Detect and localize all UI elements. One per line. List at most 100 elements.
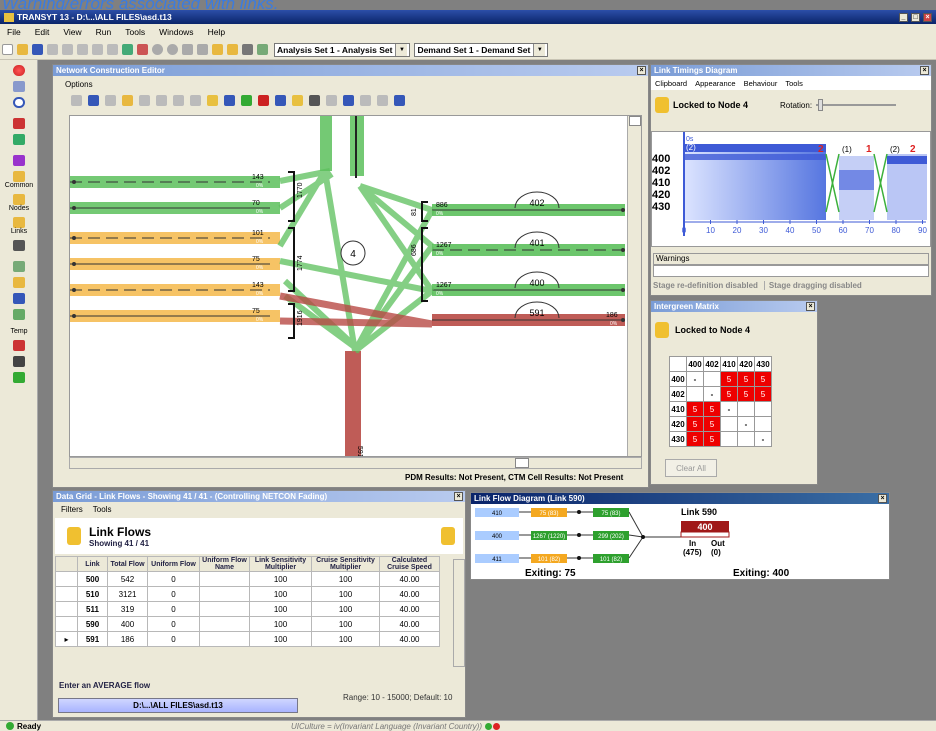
table-cell[interactable]: 0 [147,631,200,647]
col-header[interactable]: Link Sensitivity Multiplier [249,556,312,572]
igm-cell[interactable] [703,371,721,387]
highlight-tool-icon[interactable] [292,94,303,106]
table-cell[interactable]: 500 [77,571,108,587]
igm-cell[interactable]: 5 [686,401,704,417]
table-cell[interactable]: 40.00 [379,616,440,632]
table-row[interactable]: 510 3121 0 100 100 40.00 [55,586,440,602]
h-scrollbar-thumb[interactable] [515,458,529,468]
ltd-menu-clipboard[interactable]: Clipboard [655,79,687,88]
menu-windows[interactable]: Windows [159,27,193,37]
lock-icon[interactable] [655,97,669,113]
igm-cell[interactable]: 5 [703,431,721,447]
igm-cell[interactable] [737,431,755,447]
dg-vertical-scrollbar[interactable] [453,559,465,667]
options-menu[interactable]: Options [65,80,93,89]
new-file-icon[interactable] [2,44,13,55]
canvas-vertical-scrollbar[interactable] [627,116,641,456]
save-icon[interactable] [32,44,43,55]
graph-icon[interactable] [13,261,25,272]
igm-cell[interactable]: - [754,431,772,447]
igm-cell[interactable]: 5 [737,371,755,387]
dg-menu-tools[interactable]: Tools [93,505,112,514]
table-cell[interactable]: 511 [77,601,108,617]
zoom-fit-icon[interactable] [173,94,184,106]
igm-cell[interactable] [754,416,772,432]
undo-icon[interactable] [92,44,103,55]
down-icon[interactable] [197,44,208,55]
ltd-menu-tools[interactable]: Tools [785,79,803,88]
table-cell[interactable]: 40.00 [379,571,440,587]
wand-icon[interactable] [377,94,388,106]
ltd-menu-appearance[interactable]: Appearance [695,79,735,88]
table-cell[interactable]: 590 [77,616,108,632]
igm-cell[interactable]: 5 [703,401,721,417]
col-header[interactable]: Uniform Flow [147,556,200,572]
tools-icon[interactable] [227,44,238,55]
wand-icon[interactable] [212,44,223,55]
document-tab[interactable]: D:\...\ALL FILES\asd.t13 [58,698,298,713]
maximize-button[interactable]: □ [911,12,920,22]
grid-icon[interactable] [360,94,371,106]
table-cell[interactable]: 40.00 [379,601,440,617]
analysis-set-select[interactable]: Analysis Set 1 - Analysis Set ▼ [274,42,411,57]
table-cell[interactable]: 0 [147,586,200,602]
table-cell[interactable] [199,571,250,587]
north-in-link[interactable] [320,116,332,171]
menu-help[interactable]: Help [208,27,225,37]
line-tool-icon[interactable] [241,94,252,106]
demand-set-select[interactable]: Demand Set 1 - Demand Set ▼ [414,42,549,57]
table-cell[interactable]: 591 [77,631,108,647]
table-cell[interactable]: 100 [249,601,312,617]
table-cell[interactable]: 400 [107,616,148,632]
col-header[interactable]: Uniform Flow Name [199,556,250,572]
table-row[interactable]: 511 319 0 100 100 40.00 [55,601,440,617]
igm-cell[interactable]: 5 [754,371,772,387]
network-icon[interactable] [122,44,133,55]
table-cell[interactable]: 100 [249,631,312,647]
scatter-icon[interactable] [13,309,25,320]
table-cell[interactable]: 0 [147,616,200,632]
chevron-down-icon[interactable]: ▼ [395,43,408,56]
lock-icon[interactable] [655,322,669,338]
incoming-link[interactable] [70,176,280,188]
close-icon[interactable]: × [920,66,929,75]
close-icon[interactable]: × [454,492,463,501]
signal-tool-icon[interactable] [309,94,320,106]
arrow-tool-icon[interactable] [224,94,235,106]
clear-all-button[interactable]: Clear All [665,459,717,477]
clock-icon[interactable] [13,97,25,108]
nodes-icon[interactable] [13,194,25,205]
open-folder-icon[interactable] [17,44,28,55]
grid-tool-icon[interactable] [275,94,286,106]
menu-tools[interactable]: Tools [125,27,145,37]
red-tool-icon[interactable] [258,94,269,106]
igm-cell[interactable]: - [720,401,738,417]
zoom-in-icon[interactable] [139,94,150,106]
table-cell[interactable] [199,616,250,632]
igm-cell[interactable]: 5 [720,371,738,387]
table-cell[interactable]: 40.00 [379,586,440,602]
table-cell[interactable] [199,631,250,647]
lock-icon[interactable] [67,527,81,545]
igm-cell[interactable] [720,431,738,447]
unlock-icon[interactable] [441,527,455,545]
help-icon[interactable] [394,94,405,106]
rotation-slider[interactable] [816,99,897,111]
print-icon[interactable] [77,44,88,55]
igm-cell[interactable]: 5 [737,386,755,402]
col-header[interactable]: Cruise Sensitivity Multiplier [311,556,380,572]
table-cell[interactable]: 0 [147,601,200,617]
table-cell[interactable]: 100 [311,616,380,632]
scrollbar-thumb[interactable] [628,116,641,126]
ltd-menu-behaviour[interactable]: Behaviour [744,79,778,88]
dg-menu-filters[interactable]: Filters [61,505,83,514]
edit-icon[interactable] [13,155,25,166]
table-row[interactable]: ▸ 591 186 0 100 100 40.00 [55,631,440,647]
igm-cell[interactable]: 5 [686,431,704,447]
igm-cell[interactable] [737,401,755,417]
col-header[interactable]: Calculated Cruise Speed [379,556,440,572]
minimize-button[interactable]: _ [899,12,908,22]
links-icon[interactable] [13,217,25,228]
table-cell[interactable]: 542 [107,571,148,587]
select-icon[interactable] [71,94,82,106]
